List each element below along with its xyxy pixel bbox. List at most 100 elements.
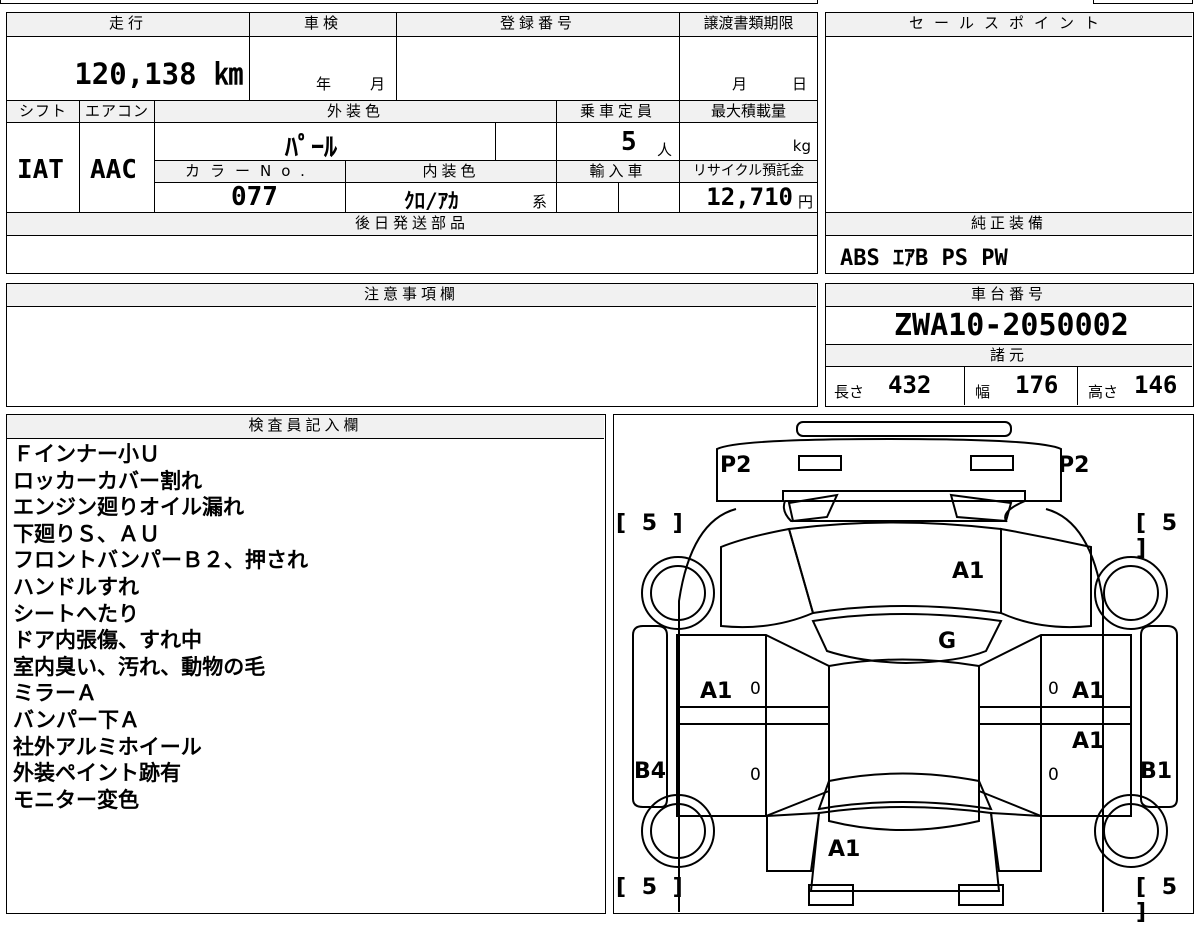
recycle-cell: 12,710 円 (680, 183, 817, 213)
diagram-label-rear-left: B4 (634, 759, 667, 784)
inspector-note-item: ハンドルすれ (13, 574, 139, 599)
imported-header: 輸入車 (557, 161, 680, 183)
color-no-cell: 077 (155, 183, 346, 213)
max-load-header: 最大積載量 (680, 101, 817, 123)
interior-color-suffix: 系 (532, 193, 548, 211)
inspector-note-item: エンジン廻りオイル漏れ (13, 495, 244, 520)
spec-width-label: 幅 (975, 383, 991, 401)
diagram-label-tire-fl: [ 5 ] (616, 511, 687, 536)
diagram-label-p2-left: P2 (720, 453, 752, 478)
spec-length-cell: 長さ 432 (826, 367, 965, 405)
inspector-note-item: 室内臭い、汚れ、動物の毛 (13, 654, 266, 679)
inspector-note-item: フロントバンパーＢ２、押され (13, 548, 309, 573)
inspector-header: 検査員記入欄 (7, 415, 604, 439)
exterior-color-extra-cell (496, 123, 557, 161)
spec-length-label: 長さ (834, 383, 865, 401)
interior-color-cell: ｸﾛ/ｱｶ 系 (346, 183, 557, 213)
genuine-equipment-value: ABS ｴｱB PS PW (840, 246, 1008, 271)
diagram-label-rear-right: B1 (1140, 759, 1173, 784)
inspector-note-item: ドア内張傷、すれ中 (13, 628, 202, 653)
inspection-cell: 年 月 (250, 37, 397, 101)
top-strip-right (1093, 0, 1193, 4)
diagram-label-windshield: G (938, 629, 957, 654)
condition-diagram-box: P2 P2 [ 5 ] [ 5 ] [ 5 ] [ 5 ] A1 G A1 A1 A1 B4 B1 A1 0… (613, 414, 1194, 925)
diagram-label-door-fr: A1 (1072, 679, 1105, 704)
inspector-note-item: 下廻りＳ、ＡＵ (13, 521, 160, 546)
interior-color-header: 内装色 (346, 161, 557, 183)
notes-box: 注意事項欄 (6, 283, 818, 407)
chassis-cell: ZWA10-2050002 (826, 307, 1192, 345)
diagram-label-zero4: 0 (1048, 765, 1059, 785)
aircon-value: AAC (90, 155, 137, 185)
inspector-note-item: シートへたり (13, 601, 139, 626)
inspector-box: 検査員記入欄 Ｆインナー小Ｕ ロッカーカバー割れ エンジン廻りオイル漏れ 下廻りＳ、Ａ… (6, 414, 606, 914)
deadline-day-unit: 日 (792, 75, 808, 93)
recycle-unit: 円 (797, 193, 813, 211)
capacity-header: 乗車定員 (557, 101, 680, 123)
later-parts-cell (7, 236, 817, 273)
capacity-cell: 5 人 (557, 123, 680, 161)
inspector-note-item: モニター変色 (13, 787, 139, 812)
diagram-label-tire-rl: [ 5 ] (616, 875, 687, 900)
diagram-label-door-rr: A1 (1072, 729, 1105, 754)
inspector-note-item: Ｆインナー小Ｕ (13, 442, 160, 466)
notes-header: 注意事項欄 (7, 284, 816, 307)
registration-cell (397, 37, 680, 101)
shift-header: シフト (7, 101, 80, 123)
imported-cell-right (619, 183, 680, 213)
mileage-header: 走行 (7, 13, 250, 37)
inspector-note-item: 社外アルミホイール (13, 734, 202, 759)
chassis-value: ZWA10-2050002 (894, 308, 1129, 343)
diagram-label-zero2: 0 (1048, 679, 1059, 699)
diagram-label-zero3: 0 (750, 765, 761, 785)
sales-point-header: セールスポイント (826, 13, 1192, 37)
diagram-label-tire-rr: [ 5 ] (1136, 875, 1182, 925)
vehicle-info-table: 走行 車検 登録番号 譲渡書類期限 120,138 ㎞ 年 月 月 日 シフト … (6, 12, 818, 274)
chassis-header: 車台番号 (826, 284, 1192, 307)
spec-height-cell: 高さ 146 (1078, 367, 1192, 405)
transfer-deadline-header: 譲渡書類期限 (680, 13, 817, 37)
inspector-notes-list: Ｆインナー小Ｕ ロッカーカバー割れ エンジン廻りオイル漏れ 下廻りＳ、ＡＵ フロントバン… (13, 441, 308, 813)
diagram-labels: P2 P2 [ 5 ] [ 5 ] [ 5 ] [ 5 ] A1 G A1 A1 A1 B4 B1 A1 0… (614, 415, 1192, 925)
diagram-label-tire-fr: [ 5 ] (1136, 511, 1182, 561)
exterior-color-header: 外装色 (155, 101, 557, 123)
inspector-note-item: 外装ペイント跡有 (13, 761, 181, 786)
max-load-cell: kg (680, 123, 817, 161)
inspection-year-unit: 年 (316, 75, 332, 93)
spec-width-value: 176 (1015, 371, 1059, 399)
sales-point-cell (826, 37, 1192, 213)
exterior-color-value: ﾊﾟｰﾙ (285, 133, 338, 161)
registration-header: 登録番号 (397, 13, 680, 37)
recycle-value: 12,710 (706, 183, 793, 211)
mileage-value: 120,138 ㎞ (74, 57, 243, 91)
top-strip-left (0, 0, 818, 4)
mileage-cell: 120,138 ㎞ (7, 37, 250, 101)
genuine-equipment-cell: ABS ｴｱB PS PW (826, 236, 1192, 273)
max-load-unit: kg (792, 137, 811, 155)
imported-cell-left (557, 183, 619, 213)
spec-height-value: 146 (1134, 371, 1178, 399)
inspection-header: 車検 (250, 13, 397, 37)
diagram-label-zero1: 0 (750, 679, 761, 699)
inspector-note-item: ロッカーカバー割れ (13, 468, 202, 493)
inspection-month-unit: 月 (370, 75, 386, 93)
diagram-label-p2-right: P2 (1058, 453, 1090, 478)
aircon-header: エアコン (80, 101, 155, 123)
recycle-header: リサイクル預託金 (680, 161, 817, 183)
specs-header: 諸元 (826, 345, 1192, 367)
later-parts-header: 後日発送部品 (7, 213, 817, 236)
capacity-unit: 人 (657, 141, 673, 159)
transfer-deadline-cell: 月 日 (680, 37, 817, 101)
exterior-color-cell: ﾊﾟｰﾙ (155, 123, 496, 161)
inspector-note-item: バンパー下Ａ (13, 707, 141, 732)
interior-color-value: ｸﾛ/ｱｶ (404, 189, 459, 213)
genuine-equipment-header: 純正装備 (826, 213, 1192, 236)
diagram-label-hood: A1 (952, 559, 985, 584)
color-no-header: カラーNo. (155, 161, 346, 183)
capacity-value: 5 (621, 127, 637, 157)
deadline-month-unit: 月 (732, 75, 748, 93)
spec-height-label: 高さ (1088, 383, 1119, 401)
spec-width-cell: 幅 176 (965, 367, 1078, 405)
inspector-note-item: ミラーＡ (13, 681, 97, 706)
aircon-cell: AAC (80, 123, 155, 213)
